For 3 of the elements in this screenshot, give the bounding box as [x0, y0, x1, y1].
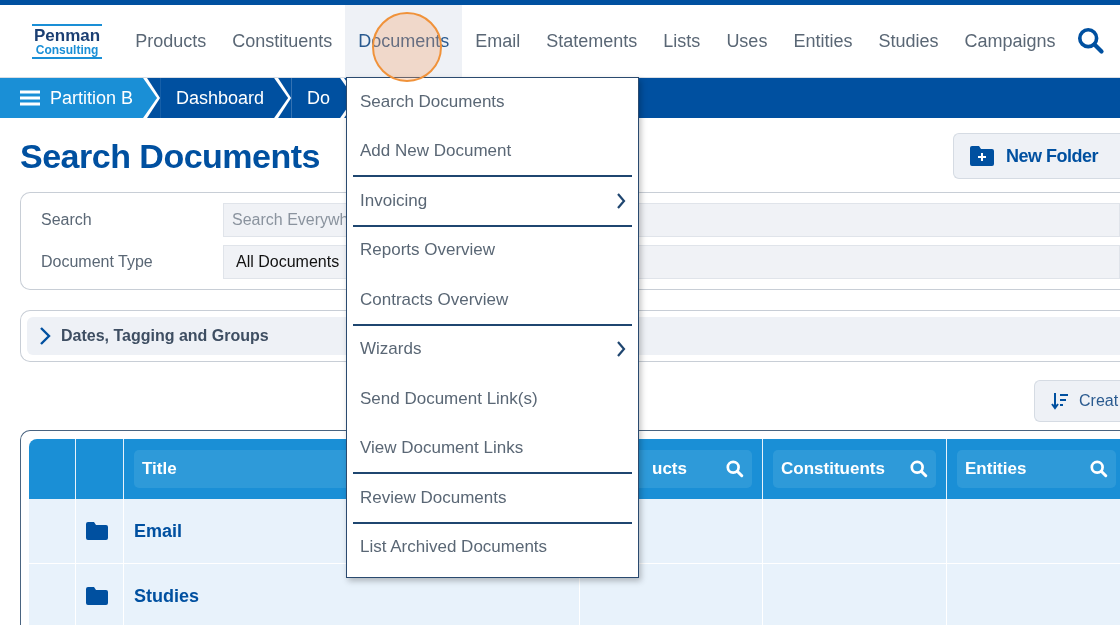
field-label: Search [41, 211, 93, 229]
field-label: Document Type [41, 253, 154, 271]
page-title: Search Documents [20, 136, 320, 176]
